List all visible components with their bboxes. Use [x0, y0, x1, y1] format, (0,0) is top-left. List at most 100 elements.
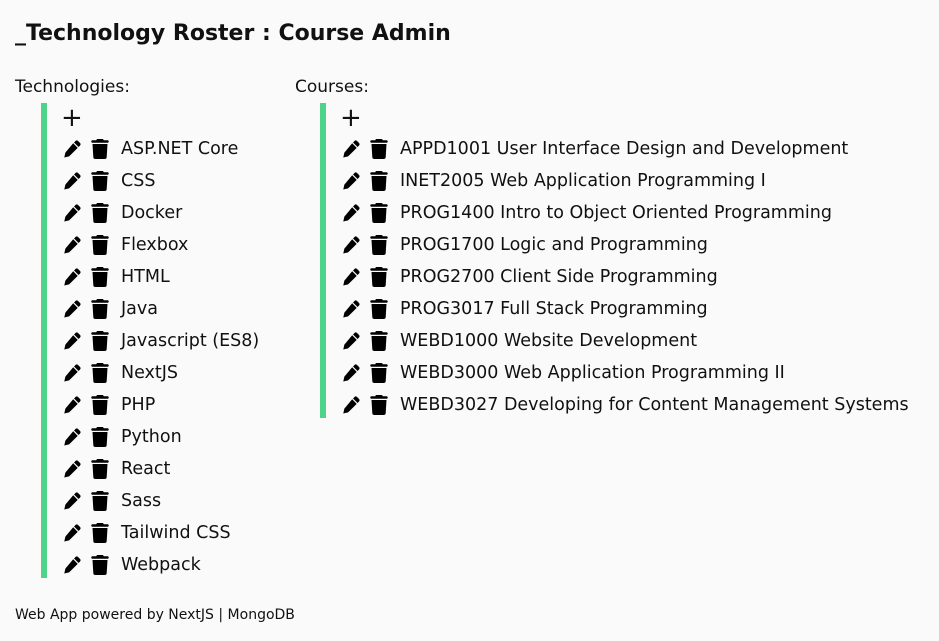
technology-item: Tailwind CSS — [61, 517, 281, 549]
pencil-icon[interactable] — [340, 170, 362, 192]
trash-icon[interactable] — [89, 490, 111, 512]
pencil-icon[interactable] — [61, 522, 83, 544]
course-item-label: PROG1400 Intro to Object Oriented Progra… — [400, 203, 832, 223]
course-item: PROG3017 Full Stack Programming — [340, 293, 939, 325]
technology-item-label: CSS — [121, 171, 156, 191]
technology-item: Docker — [61, 197, 281, 229]
pencil-icon[interactable] — [61, 202, 83, 224]
technology-item: Flexbox — [61, 229, 281, 261]
trash-icon[interactable] — [368, 330, 390, 352]
technologies-heading: Technologies: — [15, 77, 130, 97]
pencil-icon[interactable] — [61, 362, 83, 384]
page: _Technology Roster : Course Admin Techno… — [0, 0, 939, 641]
pencil-icon[interactable] — [61, 330, 83, 352]
trash-icon[interactable] — [89, 170, 111, 192]
technology-item-label: Java — [121, 299, 158, 319]
technology-item-label: Webpack — [121, 555, 201, 575]
technologies-panel: + ASP.NET Core CSS Docker Flexbox HTML J… — [41, 103, 281, 578]
add-course-button[interactable]: + — [340, 105, 362, 131]
add-course-row: + — [340, 103, 939, 133]
pencil-icon[interactable] — [61, 298, 83, 320]
trash-icon[interactable] — [368, 138, 390, 160]
pencil-icon[interactable] — [61, 170, 83, 192]
trash-icon[interactable] — [89, 202, 111, 224]
trash-icon[interactable] — [368, 394, 390, 416]
pencil-icon[interactable] — [340, 362, 362, 384]
pencil-icon[interactable] — [340, 394, 362, 416]
technology-item: Java — [61, 293, 281, 325]
course-item: PROG1400 Intro to Object Oriented Progra… — [340, 197, 939, 229]
pencil-icon[interactable] — [61, 426, 83, 448]
trash-icon[interactable] — [89, 362, 111, 384]
pencil-icon[interactable] — [61, 138, 83, 160]
add-technology-button[interactable]: + — [61, 105, 83, 131]
pencil-icon[interactable] — [61, 490, 83, 512]
courses-panel: + APPD1001 User Interface Design and Dev… — [320, 103, 939, 418]
trash-icon[interactable] — [368, 298, 390, 320]
pencil-icon[interactable] — [61, 266, 83, 288]
page-title: _Technology Roster : Course Admin — [15, 21, 451, 46]
trash-icon[interactable] — [89, 234, 111, 256]
technology-item: React — [61, 453, 281, 485]
pencil-icon[interactable] — [61, 554, 83, 576]
trash-icon[interactable] — [89, 298, 111, 320]
trash-icon[interactable] — [368, 234, 390, 256]
courses-heading: Courses: — [295, 77, 369, 97]
trash-icon[interactable] — [89, 266, 111, 288]
technology-item: CSS — [61, 165, 281, 197]
course-item-label: WEBD1000 Website Development — [400, 331, 698, 351]
course-item-label: PROG1700 Logic and Programming — [400, 235, 708, 255]
course-item-label: PROG3017 Full Stack Programming — [400, 299, 708, 319]
technology-item: Sass — [61, 485, 281, 517]
course-item-label: APPD1001 User Interface Design and Devel… — [400, 139, 849, 159]
course-item-label: PROG2700 Client Side Programming — [400, 267, 718, 287]
technology-list: ASP.NET Core CSS Docker Flexbox HTML Jav… — [61, 133, 281, 581]
technology-item: HTML — [61, 261, 281, 293]
course-item-label: INET2005 Web Application Programming I — [400, 171, 766, 191]
technology-item: Javascript (ES8) — [61, 325, 281, 357]
course-item: WEBD3027 Developing for Content Manageme… — [340, 389, 939, 421]
technology-item-label: Javascript (ES8) — [121, 331, 260, 351]
technology-item-label: Docker — [121, 203, 183, 223]
trash-icon[interactable] — [368, 170, 390, 192]
technology-item: Python — [61, 421, 281, 453]
technology-item-label: React — [121, 459, 171, 479]
course-item-label: WEBD3027 Developing for Content Manageme… — [400, 395, 909, 415]
technology-item: Webpack — [61, 549, 281, 581]
pencil-icon[interactable] — [340, 234, 362, 256]
technology-item-label: HTML — [121, 267, 170, 287]
course-item: APPD1001 User Interface Design and Devel… — [340, 133, 939, 165]
course-list: APPD1001 User Interface Design and Devel… — [340, 133, 939, 421]
trash-icon[interactable] — [89, 554, 111, 576]
technology-item: ASP.NET Core — [61, 133, 281, 165]
trash-icon[interactable] — [89, 394, 111, 416]
technology-item-label: Sass — [121, 491, 162, 511]
course-item: INET2005 Web Application Programming I — [340, 165, 939, 197]
technology-item-label: Python — [121, 427, 182, 447]
trash-icon[interactable] — [368, 266, 390, 288]
pencil-icon[interactable] — [61, 458, 83, 480]
course-item: WEBD3000 Web Application Programming II — [340, 357, 939, 389]
pencil-icon[interactable] — [340, 330, 362, 352]
trash-icon[interactable] — [368, 202, 390, 224]
course-item-label: WEBD3000 Web Application Programming II — [400, 363, 785, 383]
trash-icon[interactable] — [368, 362, 390, 384]
course-item: PROG2700 Client Side Programming — [340, 261, 939, 293]
pencil-icon[interactable] — [340, 138, 362, 160]
pencil-icon[interactable] — [61, 234, 83, 256]
trash-icon[interactable] — [89, 458, 111, 480]
trash-icon[interactable] — [89, 330, 111, 352]
trash-icon[interactable] — [89, 138, 111, 160]
pencil-icon[interactable] — [340, 266, 362, 288]
add-technology-row: + — [61, 103, 281, 133]
course-item: PROG1700 Logic and Programming — [340, 229, 939, 261]
pencil-icon[interactable] — [340, 202, 362, 224]
technology-item-label: ASP.NET Core — [121, 139, 239, 159]
course-item: WEBD1000 Website Development — [340, 325, 939, 357]
pencil-icon[interactable] — [61, 394, 83, 416]
pencil-icon[interactable] — [340, 298, 362, 320]
trash-icon[interactable] — [89, 426, 111, 448]
technology-item-label: PHP — [121, 395, 156, 415]
trash-icon[interactable] — [89, 522, 111, 544]
footer-text: Web App powered by NextJS | MongoDB — [15, 607, 295, 623]
